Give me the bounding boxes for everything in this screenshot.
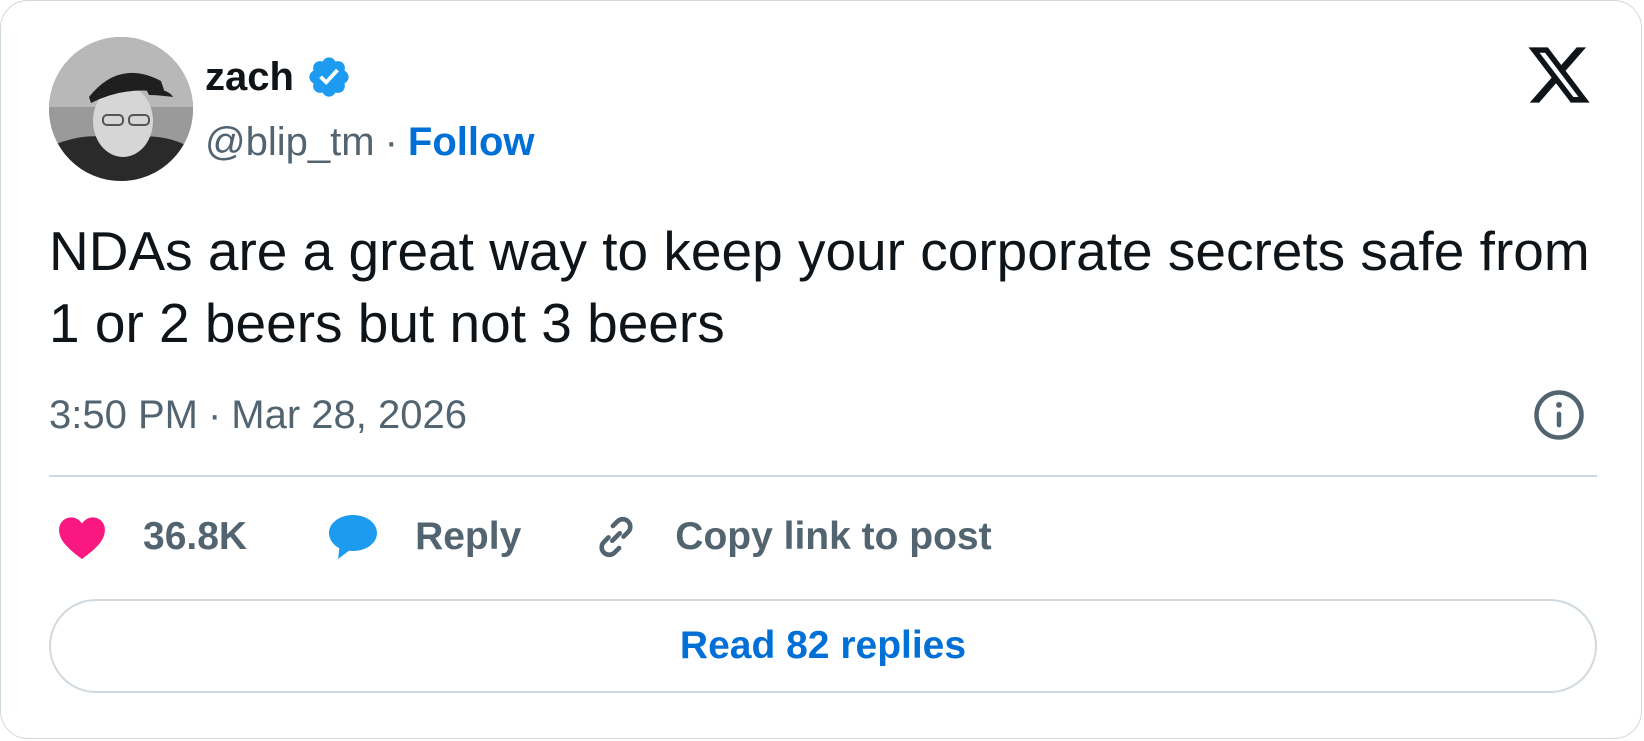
author-name[interactable]: zach	[205, 55, 294, 100]
copy-link-button[interactable]: Copy link to post	[591, 512, 992, 562]
like-button[interactable]: 36.8K	[57, 514, 247, 560]
heart-icon	[59, 517, 105, 560]
divider	[49, 475, 1597, 477]
info-icon[interactable]	[1532, 388, 1586, 442]
copy-link-label: Copy link to post	[675, 515, 992, 558]
reply-label: Reply	[415, 515, 522, 558]
follow-button[interactable]: Follow	[408, 120, 535, 165]
post-text: NDAs are a great way to keep your corpor…	[49, 220, 1590, 354]
read-replies-label: Read 82 replies	[679, 624, 967, 667]
verified-badge-icon	[309, 57, 349, 97]
action-bar: 36.8K Reply Copy link to post	[57, 509, 992, 565]
post-timestamp[interactable]: 3:50 PM · Mar 28, 2026	[49, 387, 467, 443]
x-logo-icon[interactable]	[1525, 41, 1593, 109]
read-replies-button[interactable]: Read 82 replies	[49, 599, 1597, 693]
link-icon	[599, 516, 633, 558]
like-count: 36.8K	[143, 515, 248, 558]
speech-bubble-icon	[329, 515, 378, 559]
embedded-post-card: zach @blip_tm · Follow NDAs are a great …	[0, 0, 1642, 739]
avatar[interactable]	[49, 37, 193, 181]
author-handle-row: @blip_tm · Follow	[205, 115, 535, 169]
author-handle[interactable]: @blip_tm	[205, 120, 375, 165]
author-name-row: zach	[205, 49, 352, 105]
post-date: Mar 28, 2026	[231, 392, 467, 437]
handle-separator: ·	[384, 119, 398, 164]
avatar-photo	[49, 37, 193, 181]
post-time: 3:50 PM	[49, 392, 198, 437]
timestamp-separator: ·	[207, 392, 222, 437]
reply-button[interactable]: Reply	[327, 513, 521, 561]
